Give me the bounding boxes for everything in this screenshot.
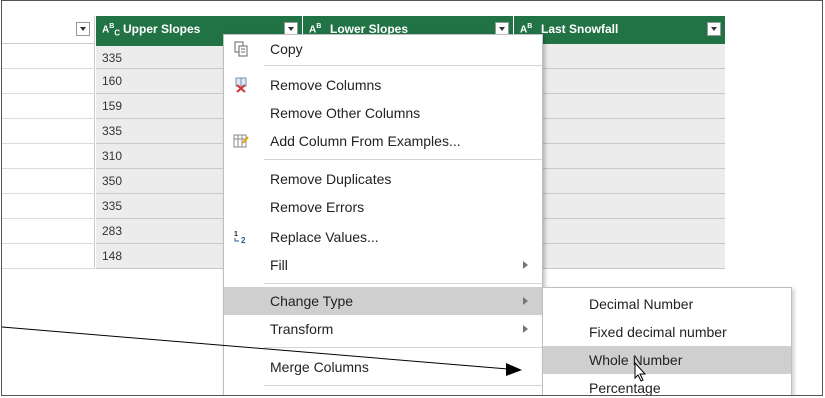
mouse-pointer-icon [634,361,647,382]
power-query-editor-frame: ABC Upper Slopes AB Lower Slopes AB Last… [1,0,823,396]
annotation-arrow [2,326,647,382]
